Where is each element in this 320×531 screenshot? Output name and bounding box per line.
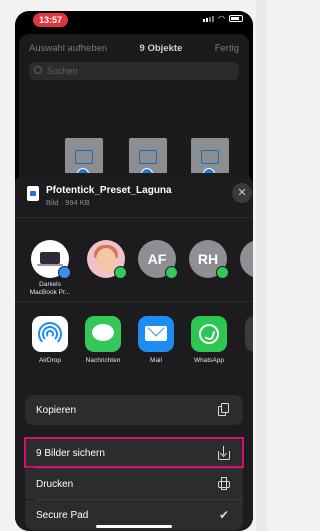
messages-badge-icon [216,266,229,279]
messages-badge-icon [165,266,178,279]
signal-icon [203,15,215,22]
avatar: RH [189,240,229,279]
app-messages[interactable]: Nachrichten [81,316,125,364]
app-label: Nachrichten [85,357,121,364]
person-rh[interactable]: RH [185,240,231,279]
app-label: AirDrop [38,357,62,364]
messages-icon [85,316,121,352]
person-partial[interactable]: R [236,240,253,278]
person-memoji[interactable] [83,240,129,279]
home-indicator [96,525,172,528]
app-whatsapp[interactable]: WhatsApp [187,316,231,364]
secure-pad-label: Secure Pad [36,509,89,521]
file-name: Pfotentick_Preset_Laguna [46,185,172,196]
more-app-icon [245,316,253,352]
avatar: R [240,240,253,278]
app-more[interactable] [241,316,253,352]
background-strip [256,0,267,531]
copy-icon [217,403,231,417]
pen-icon: ✔ [218,508,230,522]
deselect-button[interactable]: Auswahl aufheben [29,43,107,54]
done-button[interactable]: Fertig [215,43,239,54]
divider [15,217,253,218]
highlight-box [24,437,244,468]
status-bar: 13:57 ◠ [15,11,253,31]
avatar: AF [138,240,178,279]
divider [15,301,253,302]
search-field[interactable]: Suchen [29,62,239,80]
person-label: Daniels MacBook Pr... [29,281,71,296]
app-airdrop[interactable]: AirDrop [28,316,72,364]
close-button[interactable]: ✕ [232,183,252,203]
print-action[interactable]: Drucken [25,469,243,499]
wifi-icon: ◠ [218,14,225,23]
app-label: Mail [150,357,162,364]
search-placeholder: Suchen [47,66,78,76]
status-icons: ◠ [203,14,243,23]
macbook-avatar [31,240,71,279]
whatsapp-icon [191,316,227,352]
app-mail[interactable]: Mail [134,316,178,364]
phone-screen: 13:57 ◠ Auswahl aufheben 9 Objekte Ferti… [15,11,253,531]
airdrop-icon [32,316,68,352]
battery-icon [229,15,243,22]
print-label: Drucken [36,478,74,490]
messages-badge-icon [114,266,127,279]
share-sheet: Pfotentick_Preset_Laguna Bild · 994 KB ✕… [15,173,253,531]
copy-action[interactable]: Kopieren [25,395,243,425]
mail-icon [138,316,174,352]
printer-icon [217,477,231,491]
app-label: WhatsApp [194,357,224,364]
selection-count: 9 Objekte [139,43,183,54]
copy-label: Kopieren [36,404,77,416]
search-icon [34,66,42,74]
airdrop-badge-icon [58,266,71,279]
status-time: 13:57 [33,13,69,27]
person-af[interactable]: AF [134,240,180,279]
memoji-avatar [87,240,127,279]
airdrop-person-macbook[interactable]: Daniels MacBook Pr... [27,240,73,297]
image-file-icon [27,186,39,201]
file-meta: Bild · 994 KB [46,198,90,207]
